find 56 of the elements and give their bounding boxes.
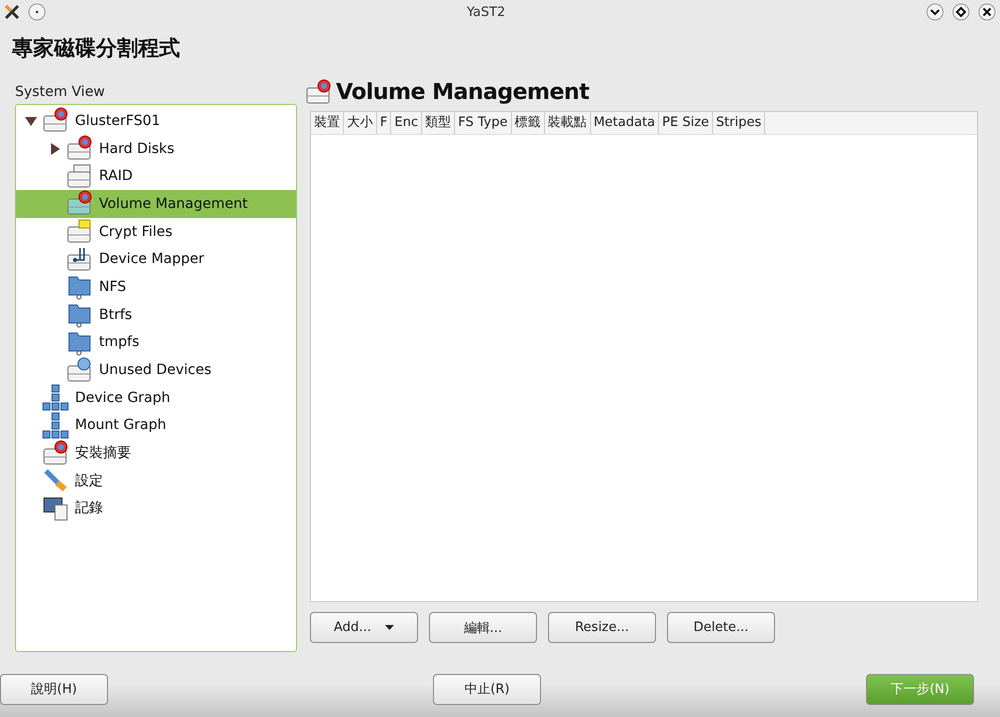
tree-item[interactable]: NFS	[16, 273, 296, 301]
tree-item[interactable]: Mount Graph	[16, 412, 296, 440]
column-header[interactable]: 裝置	[311, 112, 344, 134]
page-heading: 專家磁碟分割程式	[12, 35, 181, 62]
question-disk-icon	[66, 356, 93, 384]
column-header[interactable]: 裝載點	[544, 112, 591, 134]
minimize-icon[interactable]	[926, 3, 944, 21]
hard-disk-icon	[66, 190, 93, 218]
disk-connector-icon	[66, 246, 93, 273]
panel-title: Volume Management	[336, 80, 590, 104]
pin-button-icon[interactable]	[28, 3, 46, 21]
tree-item[interactable]: 記錄	[16, 494, 296, 522]
tree-item[interactable]: Btrfs	[16, 300, 296, 328]
tree-item[interactable]: Hard Disks	[16, 134, 296, 162]
expand-arrow-icon[interactable]	[48, 142, 62, 156]
hard-disk-icon	[42, 107, 69, 134]
column-header[interactable]: FS Type	[455, 112, 512, 134]
computer-icon	[42, 494, 69, 522]
hard-disk-icon	[42, 440, 69, 467]
button[interactable]: Resize...	[548, 612, 656, 643]
window-title: YaST2	[466, 4, 506, 20]
hard-disk-icon	[305, 78, 332, 106]
column-header[interactable]: 大小	[344, 112, 377, 134]
graph-icon	[42, 384, 69, 412]
disk-stack-icon	[66, 162, 93, 190]
column-header[interactable]: 類型	[422, 112, 456, 134]
tree-item[interactable]: Unused Devices	[16, 356, 296, 384]
column-header[interactable]: 標籤	[512, 112, 545, 134]
wrench-icon	[42, 467, 69, 494]
column-header[interactable]: Stripes	[713, 112, 766, 134]
tree-item[interactable]: GlusterFS01	[16, 107, 296, 135]
tree-item[interactable]: Crypt Files	[16, 218, 296, 246]
graph-icon	[42, 412, 69, 439]
app-logo-icon	[4, 4, 20, 20]
column-header[interactable]: PE Size	[659, 112, 714, 134]
caret-icon	[385, 625, 394, 630]
tree-item[interactable]: 設定	[16, 466, 296, 495]
tree-item[interactable]: RAID	[16, 162, 296, 190]
tree-item[interactable]: Device Mapper	[16, 245, 296, 274]
tree-item[interactable]: 安裝摘要	[16, 439, 296, 467]
button[interactable]: 編輯...	[429, 612, 537, 643]
close-icon[interactable]	[978, 3, 996, 21]
button[interactable]: Delete...	[667, 612, 775, 643]
button[interactable]: 說明(H)	[0, 674, 108, 704]
maximize-icon[interactable]	[952, 3, 970, 21]
column-header[interactable]: Metadata	[590, 112, 660, 134]
hard-disk-icon	[66, 135, 93, 162]
locked-disk-icon	[66, 218, 93, 246]
column-header[interactable]: F	[377, 112, 392, 134]
button[interactable]: 中止(R)	[433, 674, 541, 704]
column-header[interactable]: Enc	[391, 112, 422, 134]
button[interactable]: Add...	[310, 612, 418, 643]
tree-item[interactable]: tmpfs	[16, 328, 296, 356]
tree-item[interactable]: Volume Management	[16, 190, 296, 218]
system-view-label: System View	[15, 84, 106, 100]
tree-item[interactable]: Device Graph	[16, 384, 296, 412]
